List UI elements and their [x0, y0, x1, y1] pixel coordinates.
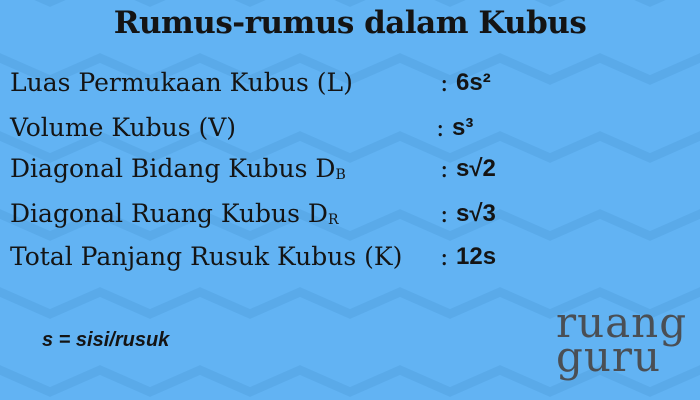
formula-row-surface-area: Luas Permukaan Kubus (L) : 6s² [10, 68, 690, 108]
variable-note: s = sisi/rusuk [42, 329, 170, 351]
formula-value: s√3 [456, 200, 496, 227]
formula-label: Volume Kubus (V) [10, 113, 237, 142]
formula-row-face-diagonal: Diagonal Bidang Kubus DB : s√2 [10, 154, 690, 194]
formula-value: 6s² [456, 69, 491, 96]
formula-colon: : [440, 199, 449, 228]
zigzag-line [34, 0, 666, 7]
formula-label: Diagonal Bidang Kubus DB [10, 154, 346, 183]
formula-row-total-edge-length: Total Panjang Rusuk Kubus (K) : 12s [10, 242, 690, 282]
formula-value: 12s [456, 243, 497, 270]
formula-row-space-diagonal: Diagonal Ruang Kubus DR : s√3 [10, 199, 690, 239]
formula-row-volume: Volume Kubus (V) : s³ [10, 113, 690, 153]
formula-label: Luas Permukaan Kubus (L) [10, 68, 353, 97]
formula-colon: : [440, 68, 449, 97]
formula-value: s√2 [456, 155, 496, 182]
formula-value: s³ [452, 114, 474, 141]
formula-card: Rumus-rumus dalam Kubus Luas Permukaan K… [0, 0, 700, 400]
formula-label: Diagonal Ruang Kubus DR [10, 199, 339, 228]
page-title: Rumus-rumus dalam Kubus [113, 5, 587, 41]
ruangguru-logo: ruang guru [556, 298, 688, 381]
formula-colon: : [440, 154, 449, 183]
formula-label: Total Panjang Rusuk Kubus (K) [10, 242, 403, 271]
formula-colon: : [440, 242, 449, 271]
formula-colon: : [436, 113, 445, 142]
